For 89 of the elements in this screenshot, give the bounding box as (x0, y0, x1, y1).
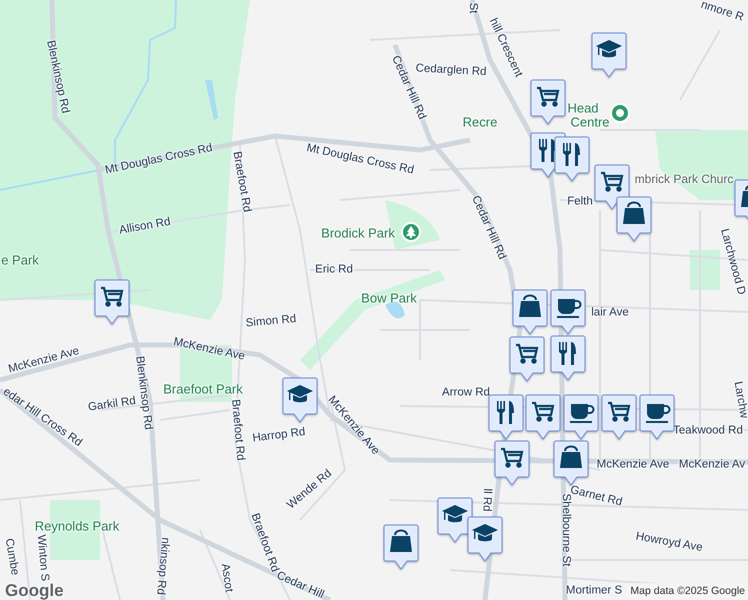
bag-marker[interactable] (616, 196, 652, 242)
street-label: Cedar Hill (274, 570, 326, 600)
street-label: Shelbourne St (559, 494, 571, 566)
park-label: Recre (462, 116, 498, 128)
street-label: Cumbe (2, 538, 20, 576)
park-label: Brodick Park (321, 226, 395, 240)
fork-marker[interactable] (488, 394, 524, 440)
cart-marker[interactable] (494, 440, 530, 486)
bag-marker[interactable] (512, 289, 548, 335)
place-label: mbrick Park Churc (634, 173, 734, 185)
street-label: Ascot (218, 562, 234, 594)
street-label: Mt Douglas Cross Rd (305, 143, 415, 177)
cup-marker[interactable] (639, 394, 675, 440)
cart-marker[interactable] (525, 394, 561, 440)
coffee-cup-icon (570, 404, 594, 423)
street-label: McKenzie Ave (172, 336, 246, 364)
fork-and-knife-icon (539, 139, 556, 162)
park-label: Braefoot Park (163, 382, 243, 396)
graduation-cap-icon (287, 385, 313, 402)
street-label: Eric Rd (315, 264, 353, 276)
street-label: Mt Douglas Cross Rd (104, 143, 214, 177)
street-label: Braefoot Rd (230, 150, 252, 214)
cart-icon (537, 86, 560, 107)
cart-icon (601, 172, 624, 192)
cart-marker[interactable] (94, 279, 130, 325)
street-label: ll Rd (480, 488, 492, 512)
street-label: Mortimer S (566, 585, 622, 597)
dot-icon (616, 109, 624, 117)
street-label: Cedarglen Rd (415, 63, 487, 79)
street-label: McKenzie Ave (7, 346, 81, 376)
street-label: St (466, 2, 478, 14)
street-label: Braefoot Rd (228, 398, 246, 462)
shopping-bag-icon (560, 446, 582, 468)
cart-icon (516, 344, 538, 364)
street-label: McKenzie Av (678, 459, 746, 471)
street-label: Simon Rd (245, 314, 297, 330)
park-label: Head (567, 102, 599, 114)
park-label: Centre (570, 116, 610, 128)
street-label: Felth (567, 196, 593, 208)
cart-marker[interactable] (509, 336, 545, 382)
fork-and-knife-icon (559, 342, 576, 365)
cup-marker[interactable] (550, 289, 586, 335)
pond (205, 80, 218, 120)
graduation-cap-icon (596, 40, 622, 58)
cart-icon (608, 402, 630, 422)
cart-icon (532, 402, 554, 422)
street-label: Allison Rd (118, 216, 172, 238)
street-label: Larchw (731, 380, 748, 420)
cart-marker[interactable] (601, 394, 637, 440)
coffee-cup-icon (646, 404, 670, 423)
tree-icon (405, 226, 417, 238)
shopping-bag-icon (390, 530, 412, 552)
street-label: Cedar Hill Rd (468, 194, 508, 262)
cap-marker[interactable] (437, 497, 473, 543)
park-label: Bow Park (361, 292, 417, 304)
graduation-cap-icon (472, 524, 498, 542)
street-label: Teakwood Rd (673, 425, 743, 437)
cap-marker[interactable] (467, 516, 503, 562)
fork-marker[interactable] (550, 335, 586, 381)
cart-icon (501, 448, 524, 468)
street-label: Harrop Rd (252, 427, 306, 445)
shopping-bag-icon (519, 294, 541, 317)
cart-icon (101, 286, 124, 307)
cup-marker[interactable] (563, 394, 599, 440)
cap-marker[interactable] (282, 377, 318, 423)
street-label: McKenzie Ave (596, 459, 670, 471)
street-label: nmore R (699, 0, 745, 24)
fork-and-knife-icon (563, 143, 580, 166)
fork-marker[interactable] (554, 136, 590, 182)
street-label: Arrow Rd (442, 387, 490, 399)
shopping-bag-icon (741, 184, 748, 207)
google-logo: Google (5, 582, 64, 599)
bag-marker[interactable] (553, 440, 589, 486)
park-label: e Park (1, 254, 39, 266)
street-label: nkinsop Rd (154, 536, 170, 596)
street-label: Howroyd Ave (634, 531, 704, 555)
street-label: lair Ave (591, 307, 629, 319)
cart-marker[interactable] (530, 79, 566, 125)
street-label: Garkil Rd (87, 396, 136, 414)
cap-marker[interactable] (591, 32, 627, 78)
graduation-cap-icon (442, 505, 468, 522)
bag-marker[interactable] (383, 524, 419, 570)
pond (385, 302, 405, 318)
street-label: Winton S (34, 534, 50, 582)
coffee-cup-icon (557, 299, 582, 318)
street-label: Blenkinsop Rd (44, 40, 70, 114)
shopping-bag-icon (623, 202, 645, 224)
park-label: Reynolds Park (34, 520, 120, 532)
fork-and-knife-icon (497, 401, 514, 424)
